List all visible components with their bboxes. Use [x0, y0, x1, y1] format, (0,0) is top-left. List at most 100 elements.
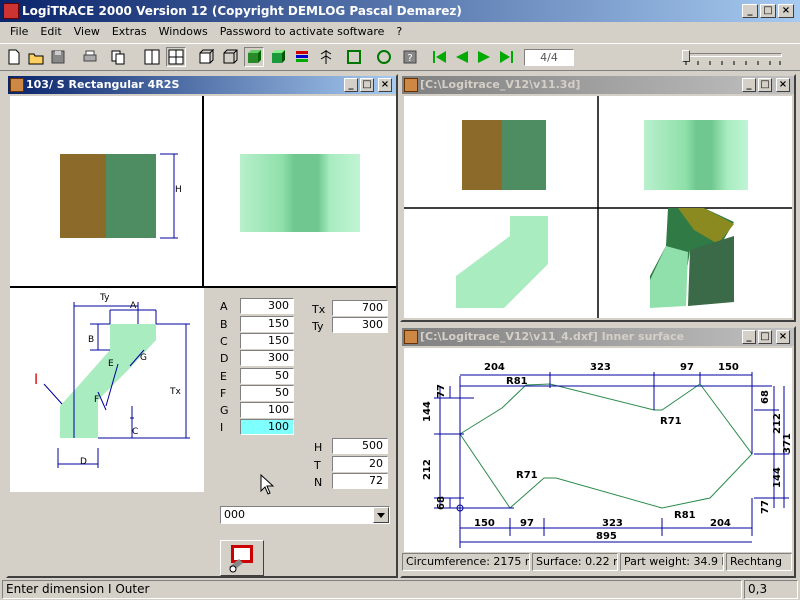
field-label-g: G	[220, 404, 229, 417]
field-d[interactable]: 300	[240, 350, 294, 366]
close-icon[interactable]: ×	[776, 330, 790, 344]
calculate-button[interactable]	[220, 540, 264, 576]
minimize-icon[interactable]: _	[344, 78, 358, 92]
close-icon[interactable]: ×	[778, 4, 794, 18]
parameters-window-title: 103/ S Rectangular 4R2S	[26, 78, 180, 91]
maximize-icon[interactable]: □	[758, 78, 772, 92]
dim-label-ty: Ty	[99, 293, 110, 303]
close-icon[interactable]: ×	[776, 78, 790, 92]
view-single-icon[interactable]	[142, 47, 162, 67]
zoom-slider[interactable]	[682, 50, 782, 66]
field-n[interactable]: 72	[332, 473, 388, 489]
pane-divider	[202, 96, 204, 288]
field-t[interactable]: 20	[332, 456, 388, 472]
cube-shaded-icon[interactable]	[244, 47, 264, 67]
side-view-pane[interactable]	[204, 96, 396, 286]
field-label-f: F	[220, 387, 227, 400]
field-label-h: H	[314, 441, 323, 454]
dxf-view-window: [C:\Logitrace_V12\v11_4.dxf] Inner surfa…	[400, 326, 796, 578]
dim-label-a: A	[130, 301, 137, 311]
menu-extras[interactable]: Extras	[106, 22, 153, 42]
menu-edit[interactable]: Edit	[34, 22, 67, 42]
field-c[interactable]: 150	[240, 333, 294, 349]
dim-top-323: 323	[590, 362, 611, 373]
app-icon	[3, 3, 19, 19]
menu-file[interactable]: File	[4, 22, 34, 42]
parameters-window-title-bar: 103/ S Rectangular 4R2S _ □ ×	[8, 76, 396, 94]
first-page-icon[interactable]	[430, 47, 450, 67]
field-i[interactable]: 100	[240, 419, 294, 435]
minimize-icon[interactable]: _	[742, 78, 756, 92]
calculate-icon	[229, 545, 253, 573]
surface-readout: Surface: 0.22 m²	[532, 553, 618, 571]
dim-right-371: 371	[782, 433, 792, 454]
frame-icon[interactable]	[344, 47, 364, 67]
dim-right-144: 144	[772, 467, 783, 488]
maximize-icon[interactable]: □	[760, 4, 776, 18]
field-f[interactable]: 50	[240, 385, 294, 401]
front-view-pane[interactable]: H	[10, 96, 202, 286]
field-label-tx: Tx	[312, 303, 326, 316]
menu-windows[interactable]: Windows	[153, 22, 214, 42]
field-h[interactable]: 500	[332, 438, 388, 454]
dxf-view-pane[interactable]: 204 323 97 150 R81 R71 R71 R81 77 144 21…	[404, 348, 793, 552]
dim-top-97: 97	[680, 362, 694, 373]
window-icon	[404, 330, 418, 344]
save-icon[interactable]	[48, 47, 68, 67]
info-icon[interactable]: ?	[400, 47, 420, 67]
next-page-icon[interactable]	[474, 47, 494, 67]
rotate-icon[interactable]	[374, 47, 394, 67]
view-quad-icon[interactable]	[166, 47, 186, 67]
cube-solid-icon[interactable]	[268, 47, 288, 67]
copy-icon[interactable]	[108, 47, 128, 67]
field-label-i: I	[220, 421, 224, 434]
schematic-pane[interactable]: Ty A B E G F C D Tx I	[10, 288, 204, 492]
menu-bar: File Edit View Extras Windows Password t…	[0, 22, 800, 42]
prev-page-icon[interactable]	[452, 47, 472, 67]
field-label-e: E	[220, 370, 227, 383]
field-ty[interactable]: 300	[332, 317, 388, 333]
print-icon[interactable]	[80, 47, 100, 67]
field-label-b: B	[220, 318, 228, 331]
cube-front-icon[interactable]	[196, 47, 216, 67]
dxf-view-window-title-bar: [C:\Logitrace_V12\v11_4.dxf] Inner surfa…	[402, 328, 794, 346]
maximize-icon[interactable]: □	[758, 330, 772, 344]
3d-view-window-title-bar: [C:\Logitrace_V12\v11.3d] _ □ ×	[402, 76, 794, 94]
minimize-icon[interactable]: _	[742, 330, 756, 344]
preset-dropdown[interactable]: 000	[220, 506, 390, 524]
preset-dropdown-value: 000	[224, 508, 245, 521]
new-file-icon[interactable]	[4, 47, 24, 67]
field-a[interactable]: 300	[240, 298, 294, 314]
3d-view-pane[interactable]	[404, 96, 792, 318]
page-indicator[interactable]: 4/4	[524, 49, 574, 66]
field-g[interactable]: 100	[240, 402, 294, 418]
menu-help[interactable]: ?	[390, 22, 408, 42]
layers-icon[interactable]	[292, 47, 312, 67]
field-tx[interactable]: 700	[332, 300, 388, 316]
last-page-icon[interactable]	[496, 47, 516, 67]
dim-bot-204: 204	[710, 518, 731, 529]
close-icon[interactable]: ×	[378, 78, 392, 92]
status-message: Enter dimension I Outer	[2, 580, 742, 599]
dim-label-f: F	[94, 395, 99, 405]
tree-icon[interactable]	[316, 47, 336, 67]
dim-label-g: G	[140, 353, 147, 363]
3d-view-window: [C:\Logitrace_V12\v11.3d] _ □ ×	[400, 74, 796, 322]
dim-r71-top: R71	[660, 416, 682, 427]
field-label-ty: Ty	[312, 320, 324, 333]
field-e[interactable]: 50	[240, 368, 294, 384]
maximize-icon[interactable]: □	[360, 78, 374, 92]
cube-outline-icon[interactable]	[220, 47, 240, 67]
dim-label-c: C	[132, 427, 138, 437]
field-b[interactable]: 150	[240, 316, 294, 332]
dim-left-68: 68	[436, 496, 447, 510]
cursor-icon	[260, 474, 274, 495]
3d-view-window-title: [C:\Logitrace_V12\v11.3d]	[420, 78, 581, 91]
minimize-icon[interactable]: _	[742, 4, 758, 18]
dim-right-212: 212	[772, 413, 783, 434]
chevron-down-icon[interactable]	[373, 507, 389, 523]
menu-view[interactable]: View	[68, 22, 106, 42]
open-folder-icon[interactable]	[26, 47, 46, 67]
menu-password[interactable]: Password to activate software	[214, 22, 391, 42]
dim-label-d: D	[80, 457, 87, 467]
